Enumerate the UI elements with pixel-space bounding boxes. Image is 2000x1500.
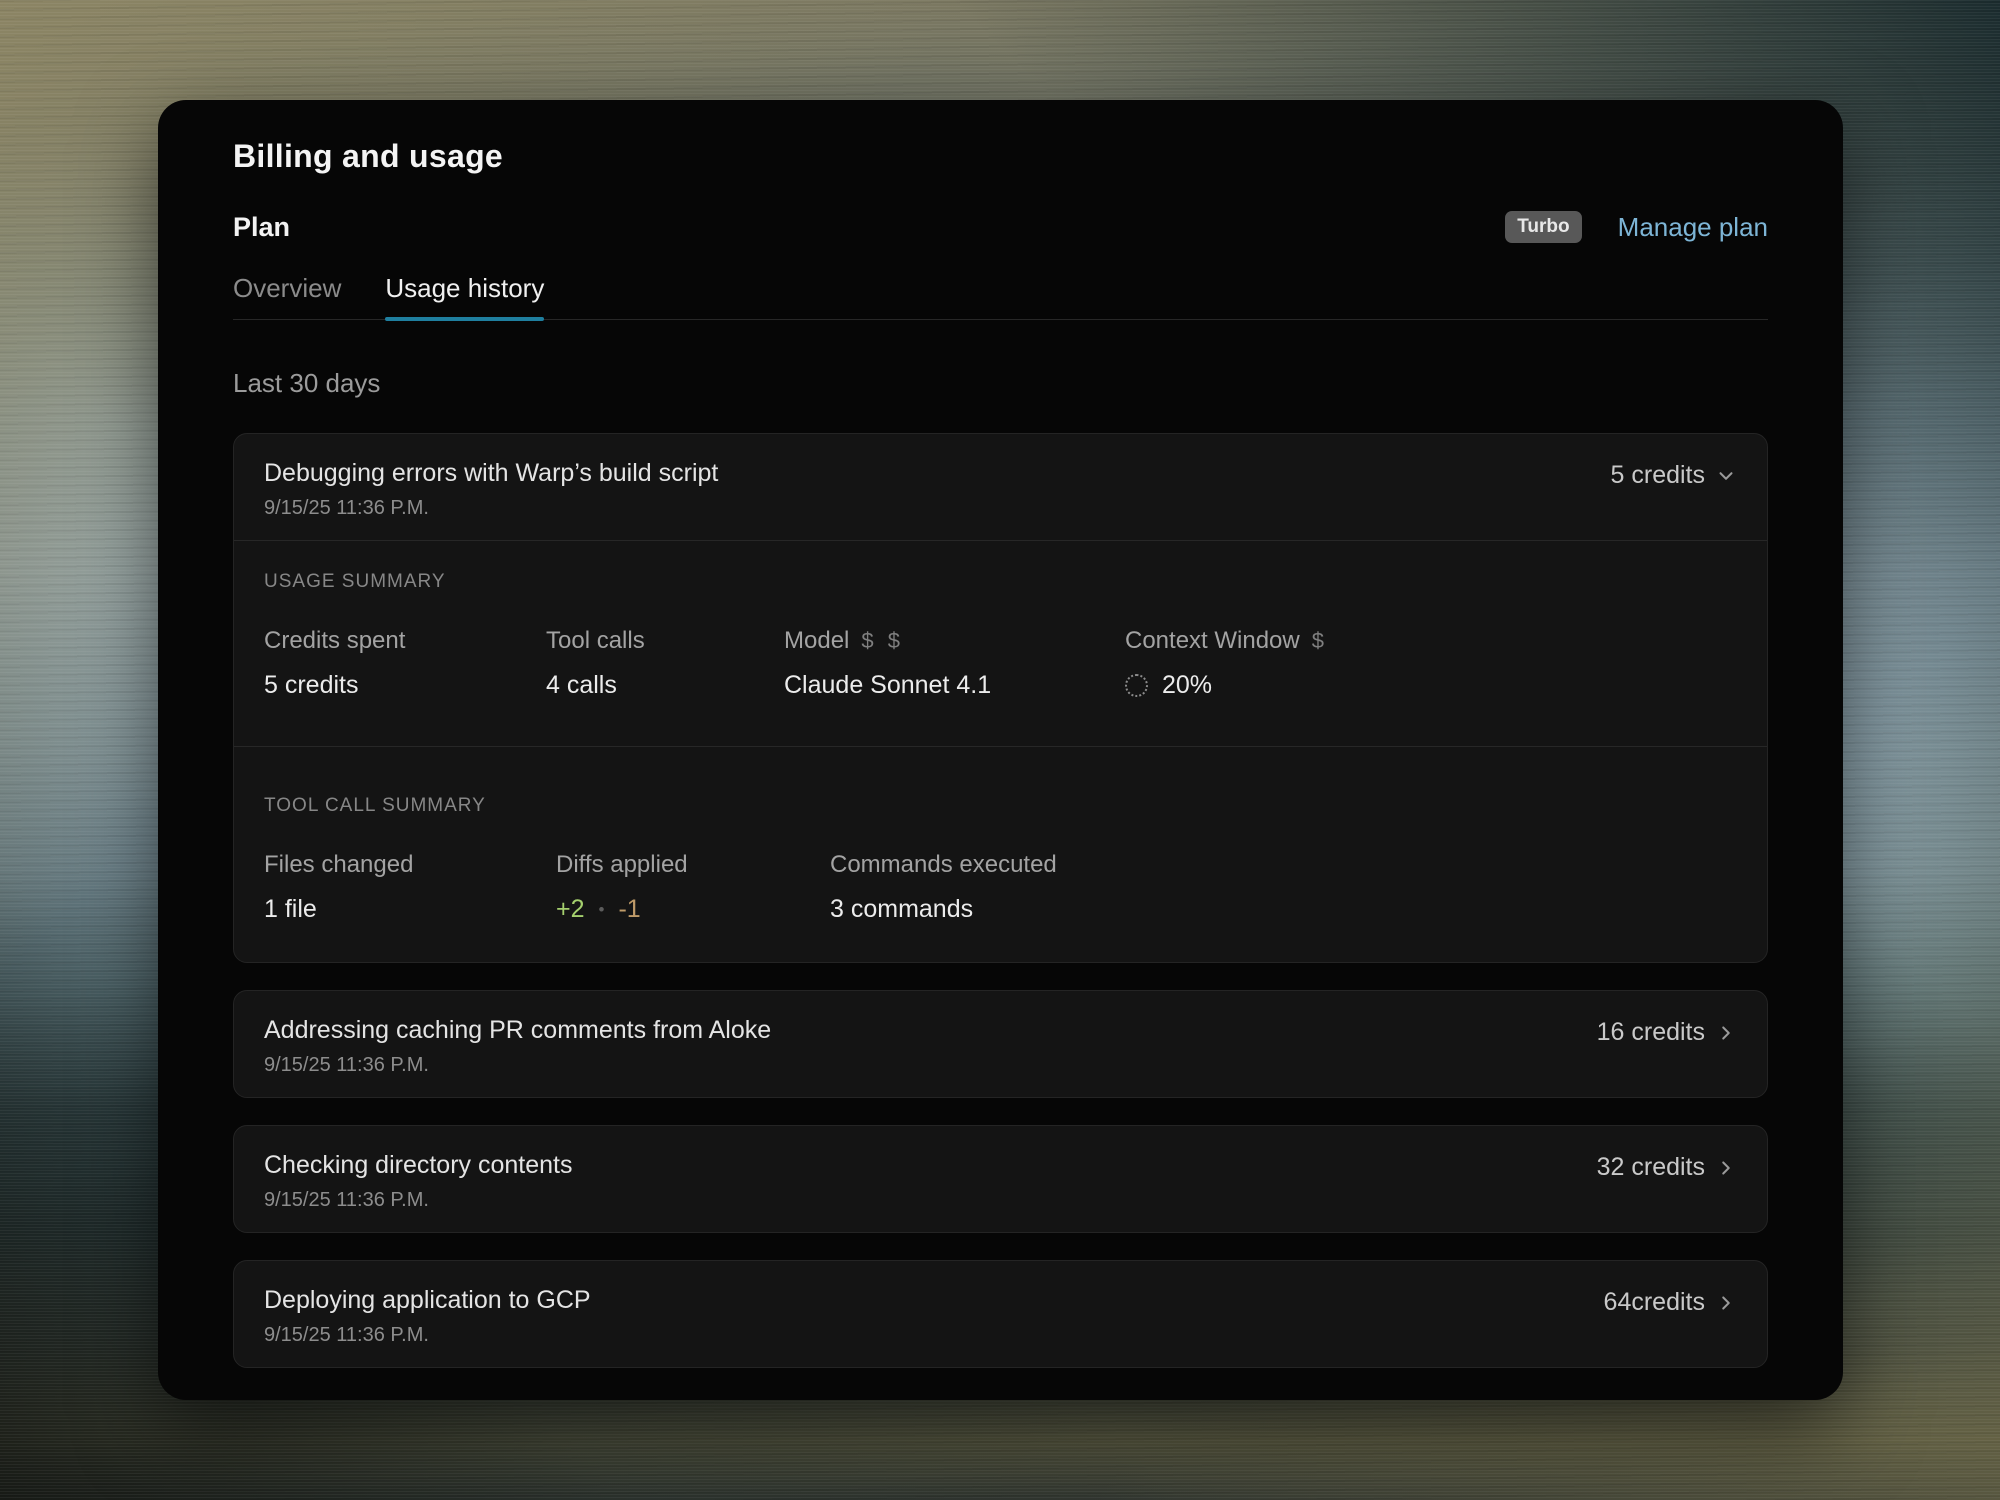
usage-item-header[interactable]: Checking directory contents 9/15/25 11:3…	[234, 1126, 1767, 1232]
tool-call-summary-section: TOOL CALL SUMMARY Files changed Diffs ap…	[234, 746, 1767, 962]
plan-tier-badge: Turbo	[1505, 211, 1581, 243]
usage-item-header[interactable]: Deploying application to GCP 9/15/25 11:…	[234, 1261, 1767, 1367]
manage-plan-link[interactable]: Manage plan	[1618, 212, 1768, 243]
usage-summary-section: USAGE SUMMARY Credits spent Tool calls M…	[234, 540, 1767, 746]
tool-call-summary-labels: Files changed Diffs applied Commands exe…	[264, 851, 1737, 879]
usage-item: Checking directory contents 9/15/25 11:3…	[233, 1125, 1768, 1233]
billing-usage-panel: Billing and usage Plan Turbo Manage plan…	[158, 100, 1843, 1400]
usage-item-title: Checking directory contents	[264, 1150, 572, 1180]
credits-amount: 64credits	[1604, 1288, 1705, 1317]
usage-item-title: Debugging errors with Warp’s build scrip…	[264, 458, 718, 488]
model-label: Model $ $	[784, 627, 1125, 655]
usage-item-titles: Checking directory contents 9/15/25 11:3…	[264, 1150, 572, 1212]
tab-bar: Overview Usage history	[233, 273, 1768, 320]
usage-item-title: Addressing caching PR comments from Alok…	[264, 1015, 771, 1045]
usage-summary-heading: USAGE SUMMARY	[264, 571, 1737, 593]
usage-summary-labels: Credits spent Tool calls Model $ $ Conte…	[264, 627, 1737, 655]
context-window-percent: 20%	[1162, 671, 1212, 700]
usage-item-titles: Deploying application to GCP 9/15/25 11:…	[264, 1285, 591, 1347]
usage-item-header[interactable]: Addressing caching PR comments from Alok…	[234, 991, 1767, 1097]
usage-item-credits-toggle[interactable]: 5 credits	[1611, 461, 1737, 490]
usage-item-header[interactable]: Debugging errors with Warp’s build scrip…	[234, 434, 1767, 540]
credits-amount: 32 credits	[1597, 1153, 1705, 1182]
diffs-added-count: +2	[556, 895, 585, 924]
usage-item-titles: Debugging errors with Warp’s build scrip…	[264, 458, 718, 520]
usage-item-credits-toggle[interactable]: 32 credits	[1597, 1153, 1737, 1182]
credits-spent-label: Credits spent	[264, 627, 546, 655]
usage-item-titles: Addressing caching PR comments from Alok…	[264, 1015, 771, 1077]
usage-item: Addressing caching PR comments from Alok…	[233, 990, 1768, 1098]
model-label-text: Model	[784, 627, 849, 655]
tool-call-summary-heading: TOOL CALL SUMMARY	[264, 795, 1737, 817]
context-progress-ring-icon	[1125, 674, 1148, 697]
model-cost-hint: $ $	[861, 628, 904, 654]
chevron-right-icon	[1715, 1157, 1737, 1179]
tool-call-summary-values: 1 file +2 • -1 3 commands	[264, 879, 1737, 924]
tab-overview[interactable]: Overview	[233, 273, 341, 319]
commands-executed-value: 3 commands	[830, 895, 1737, 924]
diffs-removed-count: -1	[618, 895, 640, 924]
tab-usage-history[interactable]: Usage history	[385, 273, 544, 319]
plan-row: Plan Turbo Manage plan	[233, 211, 1768, 243]
context-window-label-text: Context Window	[1125, 627, 1300, 655]
diffs-applied-label: Diffs applied	[556, 851, 830, 879]
page-title: Billing and usage	[233, 138, 1768, 175]
usage-item-title: Deploying application to GCP	[264, 1285, 591, 1315]
usage-item: Deploying application to GCP 9/15/25 11:…	[233, 1260, 1768, 1368]
credits-amount: 16 credits	[1597, 1018, 1705, 1047]
usage-item-expanded: Debugging errors with Warp’s build scrip…	[233, 433, 1768, 963]
plan-controls: Turbo Manage plan	[1505, 211, 1768, 243]
context-window-cost-hint: $	[1312, 628, 1328, 654]
usage-list: Debugging errors with Warp’s build scrip…	[233, 433, 1768, 1368]
context-window-value: 20%	[1125, 671, 1737, 700]
credits-amount: 5 credits	[1611, 461, 1705, 490]
usage-item-timestamp: 9/15/25 11:36 P.M.	[264, 1189, 572, 1212]
usage-summary-values: 5 credits 4 calls Claude Sonnet 4.1 20%	[264, 655, 1737, 700]
diffs-applied-value: +2 • -1	[556, 895, 830, 924]
usage-item-timestamp: 9/15/25 11:36 P.M.	[264, 1324, 591, 1347]
chevron-right-icon	[1715, 1292, 1737, 1314]
chevron-right-icon	[1715, 1022, 1737, 1044]
diffs-separator-dot: •	[599, 900, 605, 920]
files-changed-label: Files changed	[264, 851, 556, 879]
usage-item-credits-toggle[interactable]: 64credits	[1604, 1288, 1737, 1317]
usage-item-timestamp: 9/15/25 11:36 P.M.	[264, 497, 718, 520]
context-window-label: Context Window $	[1125, 627, 1737, 655]
tool-calls-label: Tool calls	[546, 627, 784, 655]
credits-spent-value: 5 credits	[264, 671, 546, 700]
tool-calls-value: 4 calls	[546, 671, 784, 700]
usage-item-credits-toggle[interactable]: 16 credits	[1597, 1018, 1737, 1047]
chevron-down-icon	[1715, 465, 1737, 487]
period-label: Last 30 days	[233, 368, 1768, 399]
model-value: Claude Sonnet 4.1	[784, 671, 1125, 700]
usage-item-timestamp: 9/15/25 11:36 P.M.	[264, 1054, 771, 1077]
commands-executed-label: Commands executed	[830, 851, 1737, 879]
plan-heading: Plan	[233, 212, 290, 243]
files-changed-value: 1 file	[264, 895, 556, 924]
